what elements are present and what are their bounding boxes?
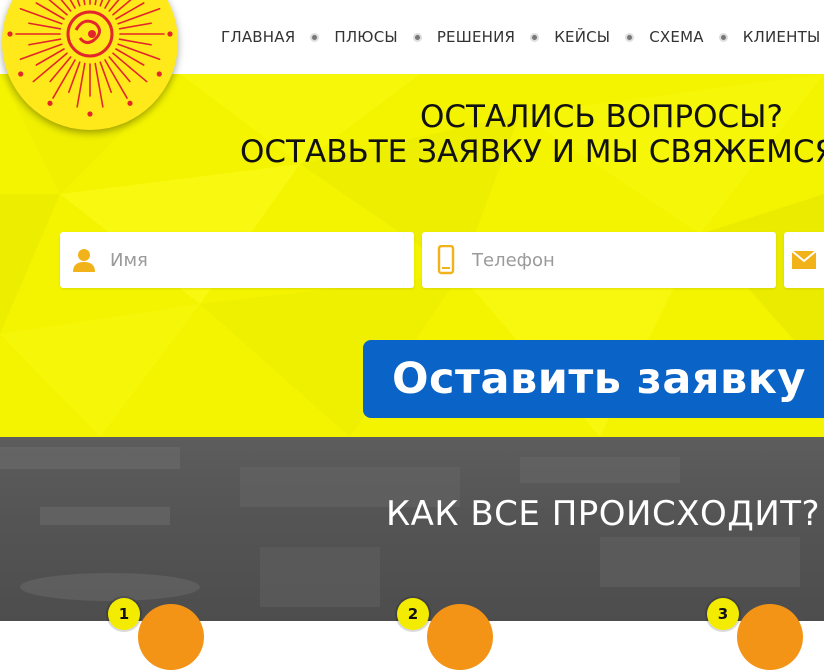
submit-request-button[interactable]: Оставить заявку bbox=[363, 340, 824, 418]
nav-item-label: ПЛЮСЫ bbox=[334, 28, 398, 46]
nav-item-label: СХЕМА bbox=[649, 28, 704, 46]
nav-item-solutions[interactable]: РЕШЕНИЯ bbox=[420, 28, 532, 46]
email-field[interactable] bbox=[784, 232, 824, 288]
envelope-icon bbox=[784, 250, 824, 270]
nav-item-home[interactable]: ГЛАВНАЯ bbox=[204, 28, 312, 46]
step-circle bbox=[427, 604, 493, 670]
nav-item-label: КЛИЕНТЫ bbox=[742, 28, 821, 46]
heading-line-2: ОСТАВЬТЕ ЗАЯВКУ И МЫ СВЯЖЕМСЯ bbox=[240, 134, 824, 170]
nav-item-label: КЕЙСЫ bbox=[554, 28, 611, 46]
phone-field[interactable] bbox=[422, 232, 776, 288]
step-circle bbox=[138, 604, 204, 670]
heading-line-1: ОСТАЛИСЬ ВОПРОСЫ? bbox=[420, 99, 783, 135]
user-icon bbox=[60, 247, 108, 273]
step-number: 2 bbox=[397, 598, 429, 630]
nav-item-scheme[interactable]: СХЕМА bbox=[632, 28, 720, 46]
phone-icon bbox=[422, 245, 470, 275]
step-circle bbox=[737, 604, 803, 670]
process-title: КАК ВСЕ ПРОИСХОДИТ? bbox=[386, 494, 821, 534]
nav-item-label: РЕШЕНИЯ bbox=[436, 28, 516, 46]
phone-input[interactable] bbox=[470, 248, 754, 272]
main-nav: ГЛАВНАЯ ПЛЮСЫ РЕШЕНИЯ КЕЙСЫ СХЕМА КЛИЕНТ… bbox=[204, 0, 824, 74]
nav-item-advantages[interactable]: ПЛЮСЫ bbox=[317, 28, 414, 46]
step-number: 3 bbox=[707, 598, 739, 630]
name-field[interactable] bbox=[60, 232, 414, 288]
nav-item-cases[interactable]: КЕЙСЫ bbox=[537, 28, 627, 46]
step-number: 1 bbox=[108, 598, 140, 630]
name-input[interactable] bbox=[108, 248, 392, 272]
nav-item-clients[interactable]: КЛИЕНТЫ bbox=[726, 28, 824, 46]
nav-item-label: ГЛАВНАЯ bbox=[221, 28, 296, 46]
